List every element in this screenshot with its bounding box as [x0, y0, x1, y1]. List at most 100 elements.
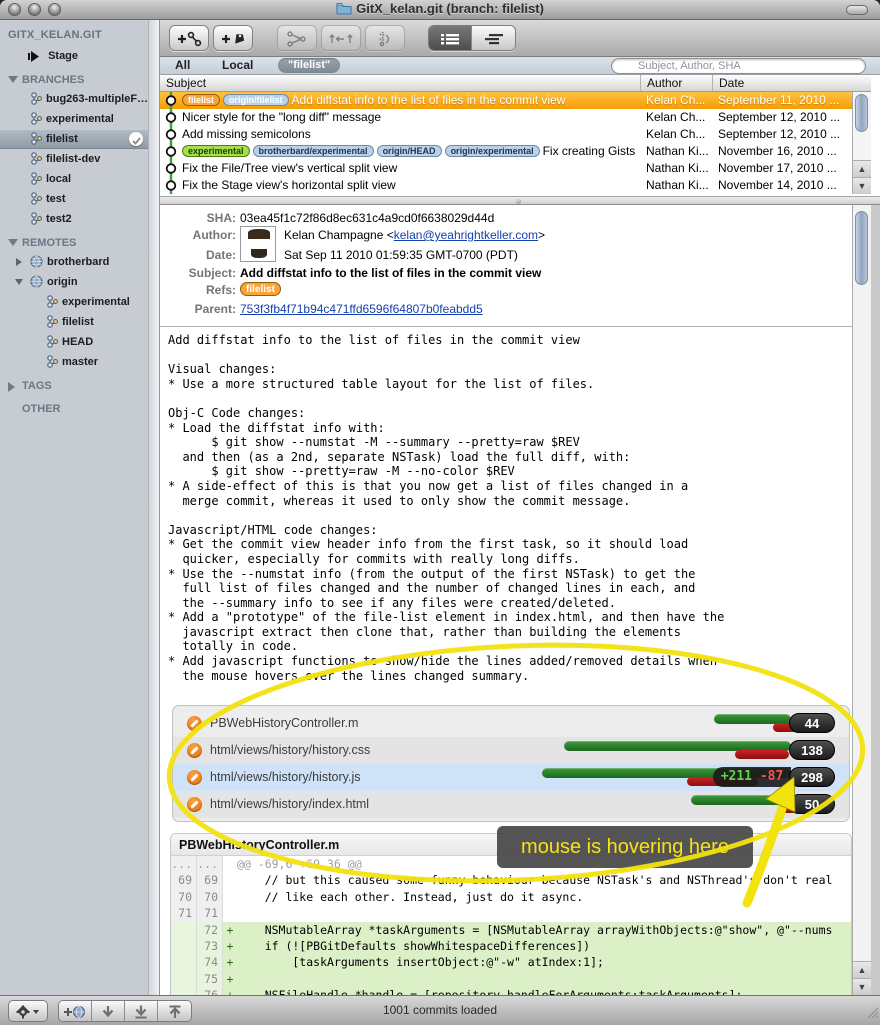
branch-icon	[46, 315, 58, 332]
column-subject[interactable]: Subject	[166, 76, 206, 90]
sha-value: 03ea45f1c72f86d8ec631c4a9cd0f6638029d44d	[240, 211, 494, 225]
sidebar-scrollbar[interactable]	[148, 20, 159, 995]
commit-row[interactable]: Add missing semicolonsKelan Ch...Septemb…	[160, 126, 852, 143]
commit-subject: Nicer style for the "long diff" message	[182, 110, 381, 124]
detailed-view-segment[interactable]	[429, 26, 472, 50]
sidebar-item-origin[interactable]: origin	[0, 272, 159, 292]
commit-row[interactable]: Fix the Stage view's horizontal split vi…	[160, 177, 852, 194]
commit-table-header: Subject Author Date	[160, 75, 871, 92]
new-line-number: 76	[197, 987, 223, 995]
commit-list-scrollbar[interactable]: ▲ ▼	[852, 92, 871, 194]
disclosure-triangle[interactable]	[16, 258, 22, 266]
toolbar-toggle-button[interactable]	[846, 5, 868, 15]
sidebar-section-branches[interactable]: BRANCHES	[0, 71, 159, 89]
sidebar-item-stage[interactable]: Stage	[0, 46, 159, 66]
gitx-window: GitX_kelan.git (branch: filelist) GITX_K…	[0, 0, 880, 1025]
scroll-up-arrow[interactable]: ▲	[853, 160, 871, 177]
add-tag-button[interactable]	[213, 25, 253, 51]
commit-detail-view: SHA: 03ea45f1c72f86d8ec631c4a9cd0f663802…	[160, 205, 880, 995]
sidebar-item-label: brotherbard	[47, 256, 109, 268]
sidebar-item-head[interactable]: HEAD	[0, 332, 159, 352]
disclosure-triangle[interactable]	[8, 76, 18, 83]
commit-row[interactable]: filelistorigin/filelistAdd diffstat info…	[160, 92, 852, 109]
author-value: Kelan Champagne <kelan@yeahrightkeller.c…	[284, 228, 545, 242]
filter-branch-pill[interactable]: "filelist"	[278, 58, 340, 73]
detail-scrollbar[interactable]: ▲ ▼	[852, 205, 871, 995]
commit-author: Nathan Ki...	[646, 177, 710, 194]
sidebar-item-test[interactable]: test	[0, 189, 159, 209]
column-date[interactable]: Date	[719, 76, 744, 90]
disclosure-triangle[interactable]	[15, 279, 23, 285]
author-label: Author:	[168, 228, 236, 242]
titlebar[interactable]: GitX_kelan.git (branch: filelist)	[0, 0, 880, 20]
commit-row[interactable]: Nicer style for the "long diff" messageK…	[160, 109, 852, 126]
filter-all[interactable]: All	[175, 57, 190, 75]
sidebar-item-label: master	[62, 356, 98, 368]
flat-view-segment[interactable]	[472, 26, 515, 50]
resize-grip[interactable]	[865, 1005, 878, 1023]
sidebar-item-bug263-multiplef-[interactable]: bug263-multipleF…	[0, 89, 159, 109]
total-lines-badge: 138	[789, 740, 835, 760]
file-row[interactable]: PBWebHistoryController.m44	[173, 710, 849, 737]
file-row[interactable]: html/views/history/history.css138	[173, 737, 849, 764]
author-email-link[interactable]: kelan@yeahrightkeller.com	[394, 228, 538, 242]
diff-line: 74+ [taskArguments insertObject:@"-w" at…	[171, 954, 851, 970]
disclosure-triangle[interactable]	[8, 239, 18, 246]
filter-bar: All Local "filelist" Subject, Author, SH…	[160, 57, 880, 75]
sidebar-item-brotherbard[interactable]: brotherbard	[0, 252, 159, 272]
section-label: TAGS	[22, 380, 52, 392]
add-branch-icon	[176, 34, 202, 51]
section-label: BRANCHES	[22, 74, 84, 86]
diff-sign: +	[223, 971, 237, 987]
remote-icon	[30, 275, 43, 292]
diff-line: 75+	[171, 971, 851, 987]
search-input[interactable]: Subject, Author, SHA	[611, 58, 866, 74]
sidebar-item-experimental[interactable]: experimental	[0, 292, 159, 312]
sidebar-section-tags[interactable]: TAGS	[0, 377, 159, 395]
modified-file-icon	[187, 716, 202, 731]
ref-badge: brotherbard/experimental	[253, 145, 374, 157]
column-author[interactable]: Author	[647, 76, 682, 90]
diffstat-hover-label: +211 -87	[713, 767, 791, 787]
detail-scroll-down[interactable]: ▼	[853, 978, 871, 995]
diff-sign	[223, 856, 237, 872]
add-branch-button[interactable]	[169, 25, 209, 51]
sidebar-item-experimental[interactable]: experimental	[0, 109, 159, 129]
file-row[interactable]: html/views/history/index.html50	[173, 791, 849, 818]
commit-table: Subject Author Date filelistorigin/filel…	[160, 75, 871, 194]
detail-scroll-up[interactable]: ▲	[853, 961, 871, 978]
sidebar-item-local[interactable]: local	[0, 169, 159, 189]
commit-row[interactable]: Fix the File/Tree view's vertical split …	[160, 160, 852, 177]
subject-label: Subject:	[168, 266, 236, 280]
commit-list-scroll-thumb[interactable]	[855, 94, 868, 132]
sidebar-item-filelist[interactable]: filelist	[0, 129, 159, 149]
sidebar-item-test2[interactable]: test2	[0, 209, 159, 229]
sidebar-item-label: test2	[46, 213, 72, 225]
diff-sign: +	[223, 987, 237, 995]
detail-scroll-thumb[interactable]	[855, 211, 868, 285]
disclosure-triangle[interactable]	[8, 382, 15, 392]
filter-local[interactable]: Local	[222, 57, 253, 75]
sidebar-item-filelist[interactable]: filelist	[0, 312, 159, 332]
author-avatar	[240, 226, 276, 262]
stage-icon	[28, 49, 41, 66]
commit-row[interactable]: experimentalbrotherbard/experimentalorig…	[160, 143, 852, 160]
sidebar-section-other[interactable]: OTHER	[0, 400, 159, 418]
file-row[interactable]: html/views/history/history.js+211 -87298	[173, 764, 849, 791]
old-line-number	[171, 971, 197, 987]
sidebar-section-remotes[interactable]: REMOTES	[0, 234, 159, 252]
parent-sha-link[interactable]: 753f3fb4f71b94c471ffd6596f64807b0feabdd5	[240, 302, 483, 316]
sidebar-item-filelist-dev[interactable]: filelist-dev	[0, 149, 159, 169]
branch-icon	[30, 112, 42, 129]
modified-file-icon	[187, 770, 202, 785]
old-line-number	[171, 954, 197, 970]
modified-file-icon	[187, 797, 202, 812]
sidebar-item-master[interactable]: master	[0, 352, 159, 372]
new-line-number: 72	[197, 922, 223, 938]
old-line-number: 70	[171, 889, 197, 905]
horizontal-splitter[interactable]	[160, 196, 880, 205]
date-label: Date:	[168, 248, 236, 262]
scroll-down-arrow[interactable]: ▼	[853, 177, 871, 194]
lines-added-bar	[691, 795, 791, 805]
diff-sign: +	[223, 922, 237, 938]
